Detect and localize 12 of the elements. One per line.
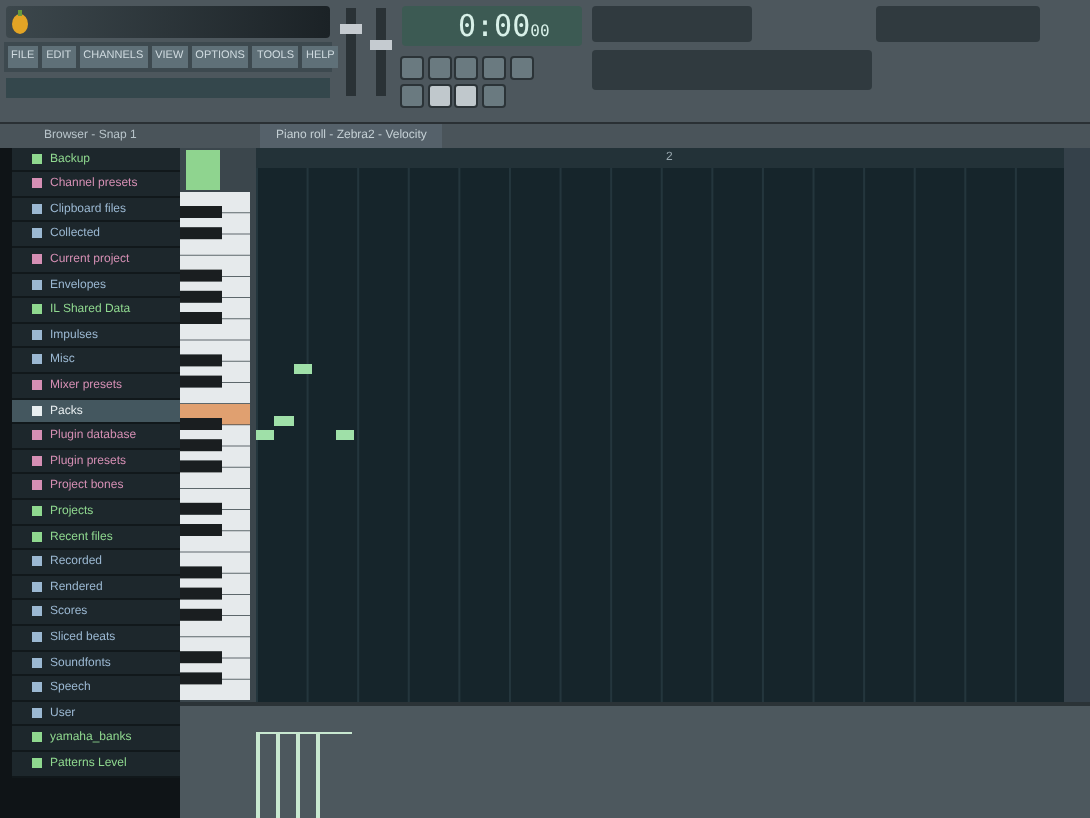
master-volume-slider[interactable] <box>346 8 356 96</box>
slider-thumb[interactable] <box>370 39 392 50</box>
play-button[interactable] <box>427 83 451 107</box>
vertical-scrollbar[interactable] <box>1064 147 1090 702</box>
time-display: 0:0000 <box>402 6 582 46</box>
master-pitch-slider[interactable] <box>376 8 386 96</box>
channel-color-swatch <box>186 149 220 190</box>
slider-thumb[interactable] <box>340 23 362 34</box>
stop-button[interactable] <box>454 83 479 107</box>
fruit-icon <box>9 10 30 34</box>
piano-keyboard-drawing[interactable] <box>180 191 250 702</box>
tool-button[interactable] <box>509 55 534 80</box>
